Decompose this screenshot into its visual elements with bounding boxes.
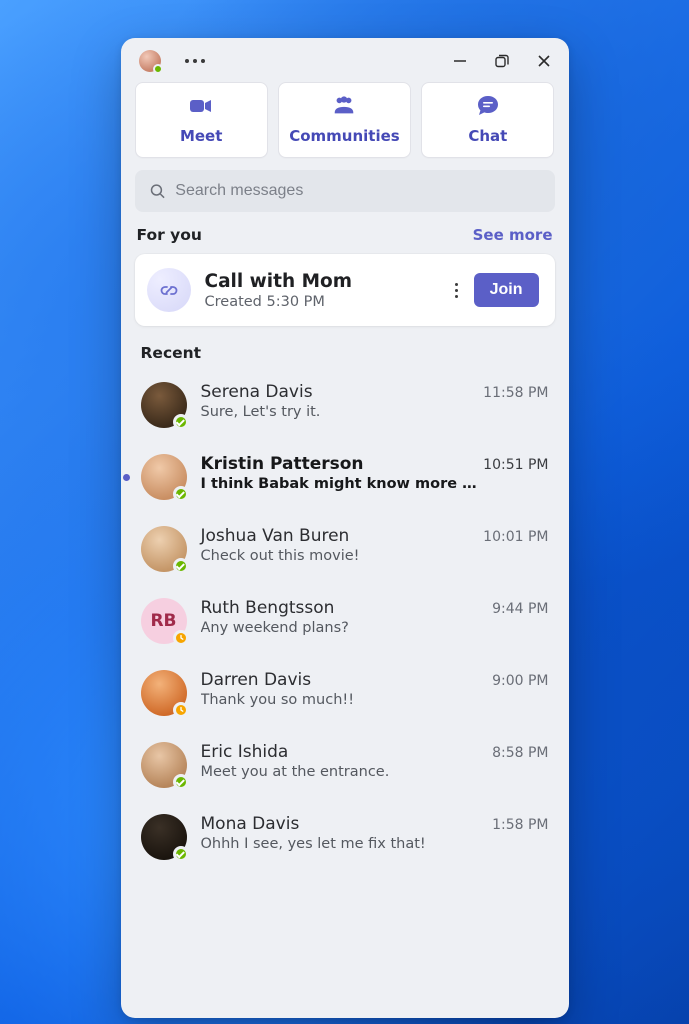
contact-avatar [141, 742, 187, 788]
chat-item[interactable]: Joshua Van Buren 10:01 PMCheck out this m… [125, 516, 565, 588]
chat-item-text: Joshua Van Buren 10:01 PMCheck out this m… [201, 526, 549, 564]
teams-chat-window: Meet Communities Chat For you See more [121, 38, 569, 1018]
event-more-button[interactable] [449, 277, 464, 304]
message-preview: I think Babak might know more a… [201, 476, 481, 492]
link-icon [147, 268, 191, 312]
minimize-button[interactable] [449, 50, 471, 72]
for-you-header: For you See more [121, 226, 569, 254]
minimize-icon [452, 53, 468, 69]
chat-item[interactable]: Mona Davis 1:58 PM Ohhh I see, yes let me … [125, 804, 565, 876]
chat-item-text: Mona Davis 1:58 PM Ohhh I see, yes let me … [201, 814, 549, 852]
contact-name: Joshua Van Buren [201, 526, 350, 546]
chat-item[interactable]: RB Ruth Bengtsson 9:44 PM Any weekend plans… [125, 588, 565, 660]
chat-item-text: Kristin Patterson 10:51 PMI think Babak m… [201, 454, 549, 492]
presence-available-icon [173, 558, 189, 574]
titlebar-left [139, 50, 211, 72]
chat-button[interactable]: Chat [421, 82, 554, 158]
presence-away-icon [173, 630, 189, 646]
video-icon [188, 93, 214, 119]
contact-name: Mona Davis [201, 814, 300, 834]
message-time: 10:51 PM [483, 457, 548, 473]
chat-item-text: Darren Davis 9:00 PM Thank you so much!! [201, 670, 549, 708]
message-preview: Sure, Let's try it. [201, 404, 481, 420]
contact-avatar [141, 526, 187, 572]
event-title: Call with Mom [205, 271, 435, 292]
message-time: 11:58 PM [483, 385, 548, 401]
for-you-title: For you [137, 226, 202, 244]
maximize-icon [493, 52, 511, 70]
presence-available-icon [173, 774, 189, 790]
event-subtitle: Created 5:30 PM [205, 294, 435, 310]
presence-available-icon [173, 414, 189, 430]
chat-item-text: Serena Davis 11:58 PMSure, Let's try it. [201, 382, 549, 420]
chat-item-text: Eric Ishida 8:58 PM Meet you at the entran… [201, 742, 549, 780]
chat-item[interactable]: Eric Ishida 8:58 PM Meet you at the entran… [125, 732, 565, 804]
chat-item[interactable]: Darren Davis 9:00 PM Thank you so much!! [125, 660, 565, 732]
unread-indicator-icon [123, 474, 130, 481]
contact-name: Kristin Patterson [201, 454, 364, 474]
chat-item[interactable]: Kristin Patterson 10:51 PMI think Babak m… [125, 444, 565, 516]
message-preview: Ohhh I see, yes let me fix that! [201, 836, 481, 852]
message-time: 10:01 PM [483, 529, 548, 545]
close-icon [536, 53, 552, 69]
communities-button[interactable]: Communities [278, 82, 411, 158]
meet-label: Meet [180, 127, 222, 145]
message-preview: Thank you so much!! [201, 692, 481, 708]
chat-label: Chat [468, 127, 507, 145]
chat-list[interactable]: Serena Davis 11:58 PMSure, Let's try it. K… [121, 372, 569, 1018]
message-time: 1:58 PM [492, 817, 548, 833]
for-you-card[interactable]: Call with Mom Created 5:30 PM Join [135, 254, 555, 326]
message-preview: Check out this movie! [201, 548, 481, 564]
titlebar [121, 38, 569, 82]
chat-item[interactable]: Serena Davis 11:58 PMSure, Let's try it. [125, 372, 565, 444]
message-time: 8:58 PM [492, 745, 548, 761]
more-menu-button[interactable] [179, 53, 211, 69]
search-input[interactable] [175, 182, 540, 200]
search-box[interactable] [135, 170, 555, 212]
contact-name: Serena Davis [201, 382, 313, 402]
contact-avatar [141, 670, 187, 716]
presence-away-icon [173, 702, 189, 718]
for-you-card-text: Call with Mom Created 5:30 PM [205, 271, 435, 310]
communities-label: Communities [289, 127, 400, 145]
close-button[interactable] [533, 50, 555, 72]
primary-toolbar: Meet Communities Chat [121, 82, 569, 168]
message-preview: Any weekend plans? [201, 620, 481, 636]
join-button[interactable]: Join [474, 273, 539, 307]
meet-button[interactable]: Meet [135, 82, 268, 158]
message-time: 9:44 PM [492, 601, 548, 617]
recent-title: Recent [121, 344, 569, 372]
contact-avatar [141, 454, 187, 500]
contact-avatar: RB [141, 598, 187, 644]
chat-item-text: Ruth Bengtsson 9:44 PM Any weekend plans? [201, 598, 549, 636]
maximize-button[interactable] [491, 50, 513, 72]
chat-icon [475, 93, 501, 119]
see-more-link[interactable]: See more [473, 226, 553, 244]
message-time: 9:00 PM [492, 673, 548, 689]
contact-name: Darren Davis [201, 670, 312, 690]
contact-avatar [141, 382, 187, 428]
search-icon [149, 182, 166, 200]
for-you-card-actions: Join [449, 273, 539, 307]
contact-name: Eric Ishida [201, 742, 289, 762]
contact-avatar [141, 814, 187, 860]
people-icon [331, 93, 357, 119]
presence-available-icon [173, 486, 189, 502]
message-preview: Meet you at the entrance. [201, 764, 481, 780]
contact-name: Ruth Bengtsson [201, 598, 335, 618]
presence-available-icon [173, 846, 189, 862]
presence-available-icon [153, 64, 163, 74]
window-controls [449, 50, 555, 72]
me-avatar[interactable] [139, 50, 161, 72]
